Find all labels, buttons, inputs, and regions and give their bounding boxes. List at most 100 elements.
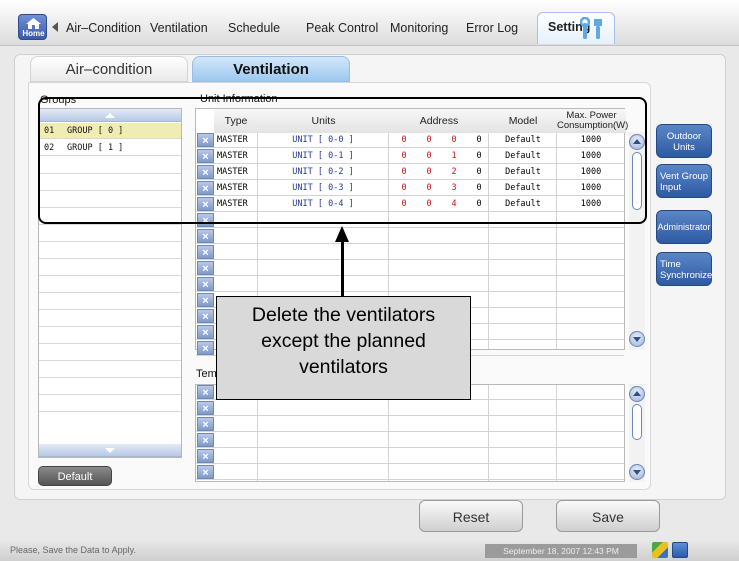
tools-icon <box>580 17 602 39</box>
delete-row-button[interactable]: × <box>197 277 214 291</box>
unit-scroll-up-button[interactable] <box>629 134 645 150</box>
delete-row-button[interactable]: × <box>197 325 214 339</box>
tab-peak-control[interactable]: Peak Control <box>304 14 380 42</box>
temp-scroll-up-button[interactable] <box>629 386 645 402</box>
unit-row[interactable]: × MASTER UNIT [ 0-4 ] 0 0 4 0 Default 1000 <box>196 197 624 212</box>
tab-ventilation[interactable]: Ventilation <box>148 14 210 42</box>
model-cell: Default <box>505 183 541 193</box>
temp-row[interactable]: × <box>196 465 624 480</box>
temp-table-scrollbar[interactable] <box>629 384 645 482</box>
group-row-divider <box>39 343 181 344</box>
unit-row[interactable]: × MASTER UNIT [ 0-0 ] 0 0 0 0 Default 1000 <box>196 133 624 148</box>
side-button-label: Time <box>660 259 681 270</box>
temp-row[interactable]: × <box>196 449 624 464</box>
tab-monitoring[interactable]: Monitoring <box>388 14 450 42</box>
delete-row-button[interactable]: × <box>197 401 214 415</box>
subtab-ventilation[interactable]: Ventilation <box>192 56 350 82</box>
delete-row-button[interactable]: × <box>197 181 214 195</box>
unit-row[interactable]: × <box>196 245 624 260</box>
scroll-up-icon <box>105 113 115 118</box>
power-cell: 1000 <box>580 199 602 209</box>
group-item[interactable]: 01 GROUP [ 0 ] <box>39 123 181 139</box>
time-synchronize-button[interactable]: Time Synchronize <box>656 252 712 286</box>
address-digit-cell: 0 <box>401 151 407 161</box>
delete-row-button[interactable]: × <box>197 449 214 463</box>
home-button[interactable]: Home <box>18 14 47 40</box>
reset-button[interactable]: Reset <box>419 500 523 532</box>
temp-scroll-thumb[interactable] <box>632 404 642 440</box>
tab-air-condition[interactable]: Air–Condition <box>64 14 143 42</box>
status-message: Please, Save the Data to Apply. <box>10 545 136 555</box>
temp-section-title: Tem <box>196 368 217 380</box>
nav-back-arrow-icon[interactable] <box>52 22 58 32</box>
outdoor-units-button[interactable]: Outdoor Units <box>656 124 712 158</box>
address-digit-cell: 0 <box>476 167 482 177</box>
power-cell: 1000 <box>580 167 602 177</box>
groups-scroll-down-button[interactable] <box>39 444 181 457</box>
group-row-divider <box>39 360 181 361</box>
unit-name-cell: UNIT [ 0-1 ] <box>292 151 354 161</box>
unit-type-cell: MASTER <box>217 151 248 161</box>
delete-row-button[interactable]: × <box>197 385 214 399</box>
unit-row[interactable]: × MASTER UNIT [ 0-3 ] 0 0 3 0 Default 1000 <box>196 181 624 196</box>
delete-row-button[interactable]: × <box>197 229 214 243</box>
administrator-button[interactable]: Administrator <box>656 210 712 244</box>
default-button[interactable]: Default <box>38 466 112 486</box>
groups-scroll-up-button[interactable] <box>39 109 181 122</box>
callout-line: ventilators <box>299 356 388 378</box>
tab-setting[interactable]: Setting <box>537 12 615 44</box>
vent-group-input-button[interactable]: Vent Group Input <box>656 164 712 198</box>
side-button-label: Administrator <box>657 222 711 232</box>
delete-row-button[interactable]: × <box>197 309 214 323</box>
delete-row-button[interactable]: × <box>197 261 214 275</box>
scroll-up-icon <box>633 391 641 396</box>
unit-scroll-down-button[interactable] <box>629 331 645 347</box>
delete-row-button[interactable]: × <box>197 133 214 147</box>
col-header-max-power-line2: Consumption(W) <box>557 120 629 131</box>
temp-row[interactable]: × <box>196 401 624 416</box>
monitor-tray-icon[interactable] <box>672 542 688 558</box>
delete-row-button[interactable]: × <box>197 433 214 447</box>
unit-row[interactable]: × MASTER UNIT [ 0-2 ] 0 0 2 0 Default 1000 <box>196 165 624 180</box>
tab-schedule[interactable]: Schedule <box>226 14 282 42</box>
scroll-up-icon <box>633 139 641 144</box>
chart-tray-icon[interactable] <box>652 542 668 558</box>
group-name: GROUP [ 0 ] <box>67 126 124 136</box>
unit-row[interactable]: × <box>196 229 624 244</box>
delete-row-button[interactable]: × <box>197 149 214 163</box>
unit-row[interactable]: × MASTER UNIT [ 0-1 ] 0 0 1 0 Default 1000 <box>196 149 624 164</box>
unit-table-scrollbar[interactable] <box>629 132 645 350</box>
group-row-divider <box>39 207 181 208</box>
instruction-callout: Delete the ventilators except the planne… <box>216 296 471 400</box>
group-item[interactable]: 02 GROUP [ 1 ] <box>39 140 181 156</box>
delete-row-button[interactable]: × <box>197 417 214 431</box>
scroll-down-icon <box>105 448 115 453</box>
delete-row-button[interactable]: × <box>197 245 214 259</box>
delete-row-button[interactable]: × <box>197 165 214 179</box>
delete-row-button[interactable]: × <box>197 197 214 211</box>
subtab-air-condition[interactable]: Air–condition <box>30 56 188 82</box>
unit-type-cell: MASTER <box>217 183 248 193</box>
delete-row-button[interactable]: × <box>197 293 214 307</box>
unit-row[interactable]: × <box>196 277 624 292</box>
unit-name-cell: UNIT [ 0-2 ] <box>292 167 354 177</box>
temp-row[interactable]: × <box>196 417 624 432</box>
unit-row[interactable]: × <box>196 213 624 228</box>
delete-row-button[interactable]: × <box>197 213 214 227</box>
col-header-type: Type <box>214 109 258 133</box>
address-digit-cell: 4 <box>451 199 457 209</box>
address-digit-cell: 0 <box>426 183 432 193</box>
tab-error-log[interactable]: Error Log <box>464 14 520 42</box>
delete-row-button[interactable]: × <box>197 465 214 479</box>
col-header-address: Address <box>389 109 489 133</box>
save-button[interactable]: Save <box>556 500 660 532</box>
unit-scroll-thumb[interactable] <box>632 152 642 210</box>
delete-row-button[interactable]: × <box>197 341 214 355</box>
temp-scroll-down-button[interactable] <box>629 464 645 480</box>
temp-row[interactable]: × <box>196 433 624 448</box>
address-digit-cell: 0 <box>401 167 407 177</box>
model-cell: Default <box>505 199 541 209</box>
unit-row[interactable]: × <box>196 261 624 276</box>
model-cell: Default <box>505 135 541 145</box>
col-header-units: Units <box>258 109 389 133</box>
